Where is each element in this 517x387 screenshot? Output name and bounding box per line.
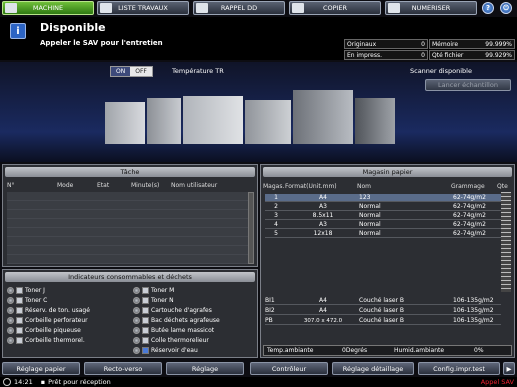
tr-label: Température TR <box>172 67 224 75</box>
water-tank-icon <box>142 347 149 354</box>
status-dot-icon <box>7 317 14 324</box>
list-icon <box>100 3 112 13</box>
status-dot-icon <box>133 317 140 324</box>
tab-job-list[interactable]: LISTE TRAVAUX <box>97 1 189 15</box>
controller-button[interactable]: Contrôleur <box>250 362 328 375</box>
memory-counter: Mémoire 99.999% <box>429 39 515 49</box>
task-header: N° Mode Etat Minute(s) Nom utilisateur <box>7 182 218 189</box>
consumable-item: Bac déchets agrafeuse <box>133 316 220 325</box>
binder-icon <box>16 337 23 344</box>
paper-row[interactable]: 5 12x18 Normal 62-74g/m2 <box>265 230 501 238</box>
originals-counter: Originaux 0 <box>344 39 428 49</box>
paper-row[interactable]: 1 A4 123 62-74g/m2 <box>265 194 501 202</box>
insert-row[interactable]: BI2 A4 Couché laser B 106-135g/m2 <box>265 307 501 315</box>
task-scrollbar[interactable] <box>248 192 254 264</box>
clock-icon <box>3 378 11 386</box>
consumable-item: Toner N <box>133 296 174 305</box>
paper-level-scrollbar[interactable] <box>501 192 511 292</box>
test-print-config-button[interactable]: Config.impr.test <box>418 362 500 375</box>
status-dot-icon <box>133 297 140 304</box>
printer-icon: ▪ <box>40 378 46 386</box>
glue-icon <box>142 337 149 344</box>
tab-scan[interactable]: NUMERISER <box>385 1 477 15</box>
scanner-status: Scanner disponible <box>410 67 472 75</box>
harddisk-icon <box>196 3 208 13</box>
consumable-item: Cartouche d'agrafes <box>133 306 212 315</box>
tr-on[interactable]: ON <box>111 67 131 76</box>
insert-row[interactable]: PB 307.0 x 472.0 Couché laser B 106-135g/m2 <box>265 317 501 325</box>
paper-row[interactable]: 4 A3 Normal 62-74g/m2 <box>265 221 501 229</box>
tab-machine[interactable]: MACHINE <box>2 1 94 15</box>
power-icon[interactable]: ⏻ <box>500 2 512 14</box>
staple-waste-icon <box>16 327 23 334</box>
status-dot-icon <box>7 307 14 314</box>
status-dot-icon <box>7 327 14 334</box>
consumables-title: Indicateurs consommables et déchets <box>5 272 255 282</box>
paper-setting-button[interactable]: Réglage papier <box>2 362 80 375</box>
consumable-item: Réserv. de ton. usagé <box>7 306 90 315</box>
adjust-button[interactable]: Réglage <box>166 362 244 375</box>
staple-waste-icon <box>142 317 149 324</box>
insert-row[interactable]: BI1 A4 Couché laser B 106-135g/m2 <box>265 297 501 305</box>
task-list <box>7 192 249 264</box>
consumable-item: Corbeille piqueuse <box>7 326 81 335</box>
punch-icon <box>16 317 23 324</box>
task-title: Tâche <box>5 167 255 177</box>
consumable-item: Toner M <box>133 286 174 295</box>
file-counter: Qté fichier 99.929% <box>429 50 515 60</box>
cutter-icon <box>142 327 149 334</box>
service-call-indicator: Appel SAV <box>480 378 514 386</box>
status-bar: i Disponible Appeler le SAV pour l'entre… <box>0 17 517 60</box>
paper-row[interactable]: 3 8.5x11 Normal 62-74g/m2 <box>265 212 501 220</box>
toner-icon <box>142 297 149 304</box>
scanner-icon <box>388 3 400 13</box>
consumable-item: Butée lame massicot <box>133 326 214 335</box>
duplex-button[interactable]: Recto-verso <box>84 362 162 375</box>
consumable-item: Réservoir d'eau <box>133 346 198 355</box>
tr-toggle[interactable]: ON OFF <box>110 66 153 77</box>
consumable-item: Toner C <box>7 296 47 305</box>
toner-icon <box>16 297 23 304</box>
printer-illustration <box>105 90 395 150</box>
detail-setting-button[interactable]: Réglage détaillage <box>332 362 414 375</box>
paper-header: Magas. Format(Unit.mm) Nom Grammage Qte <box>263 183 508 190</box>
status-message: Appeler le SAV pour l'entretien <box>40 39 163 47</box>
machine-screen: MACHINE LISTE TRAVAUX RAPPEL DD COPIER N… <box>0 0 517 387</box>
status-dot-icon <box>133 307 140 314</box>
footer: 14:21 ▪ Prêt pour réception Appel SAV <box>0 377 517 387</box>
toner-icon <box>16 287 23 294</box>
task-panel: Tâche N° Mode Etat Minute(s) Nom utilisa… <box>2 164 258 267</box>
consumable-item: Toner J <box>7 286 45 295</box>
status-dot-icon <box>7 287 14 294</box>
status-dot-icon <box>133 347 140 354</box>
next-arrow-icon[interactable]: ▶ <box>503 362 515 375</box>
status-dot-icon <box>7 337 14 344</box>
staple-icon <box>142 307 149 314</box>
help-icon[interactable]: ? <box>482 2 494 14</box>
environment-bar: Temp.ambiante 0Degrés Humid.ambiante 0% <box>263 345 512 356</box>
machine-area: ON OFF Température TR Scanner disponible… <box>0 62 517 162</box>
sample-button[interactable]: Lancer échantillon <box>425 79 511 91</box>
status-dot-icon <box>133 337 140 344</box>
waste-toner-icon <box>16 307 23 314</box>
toner-icon <box>142 287 149 294</box>
in-print-counter: En impress. 0 <box>344 50 428 60</box>
consumables-panel: Indicateurs consommables et déchets Tone… <box>2 269 258 358</box>
consumable-item: Colle thermorelieur <box>133 336 209 345</box>
info-icon: i <box>10 23 26 39</box>
consumable-item: Corbeille perforateur <box>7 316 88 325</box>
consumable-item: Corbeille thermorel. <box>7 336 85 345</box>
status-dot-icon <box>133 327 140 334</box>
paper-panel: Magasin papier Magas. Format(Unit.mm) No… <box>260 164 515 358</box>
paper-title: Magasin papier <box>263 167 512 177</box>
tr-off[interactable]: OFF <box>130 67 152 76</box>
copier-icon <box>292 3 304 13</box>
status-dot-icon <box>7 297 14 304</box>
machine-icon <box>5 3 17 13</box>
status-title: Disponible <box>40 21 106 34</box>
status-dot-icon <box>133 287 140 294</box>
tab-recall[interactable]: RAPPEL DD <box>193 1 285 15</box>
tab-copy[interactable]: COPIER <box>289 1 381 15</box>
paper-row[interactable]: 2 A3 Normal 62-74g/m2 <box>265 203 501 211</box>
